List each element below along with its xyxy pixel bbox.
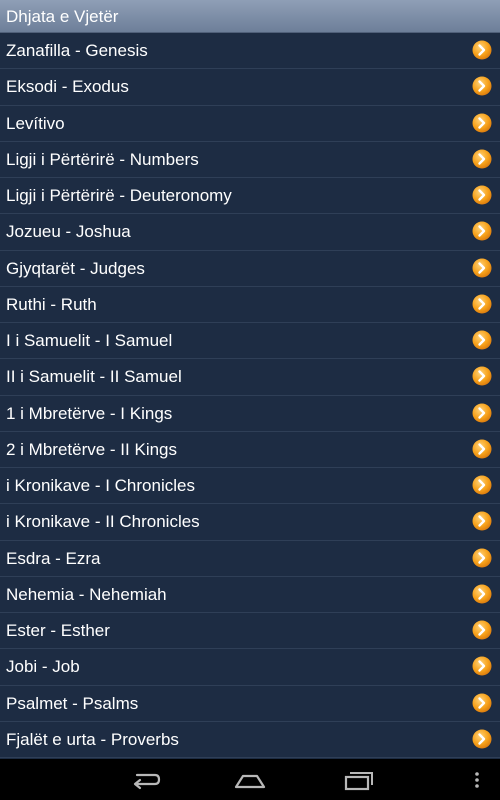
book-list: Zanafilla - Genesis Eksodi - Exodus Leví… bbox=[0, 33, 500, 759]
book-label: Levítivo bbox=[6, 113, 65, 133]
back-icon[interactable] bbox=[128, 767, 162, 793]
book-row[interactable]: Ruthi - Ruth bbox=[0, 287, 500, 323]
recent-apps-icon[interactable] bbox=[340, 767, 374, 793]
chevron-right-circle-icon bbox=[472, 330, 492, 350]
header-bar: Dhjata e Vjetër bbox=[0, 0, 500, 33]
book-label: i Kronikave - I Chronicles bbox=[6, 476, 195, 495]
book-row[interactable]: I i Samuelit - I Samuel bbox=[0, 323, 500, 360]
chevron-right-circle-icon bbox=[472, 221, 492, 241]
book-row[interactable]: Jobi - Job bbox=[0, 649, 500, 686]
overflow-menu-icon[interactable] bbox=[470, 767, 484, 793]
chevron-right-circle-icon bbox=[472, 294, 492, 314]
book-label: Esdra - Ezra bbox=[6, 548, 101, 568]
book-label: Gjyqtarët - Judges bbox=[6, 258, 145, 278]
book-row[interactable]: Esdra - Ezra bbox=[0, 541, 500, 577]
book-row[interactable]: i Kronikave - I Chronicles bbox=[0, 468, 500, 505]
book-row[interactable]: Eksodi - Exodus bbox=[0, 69, 500, 106]
book-row[interactable]: Psalmet - Psalms bbox=[0, 686, 500, 722]
book-label: Ligji i Përtërirë - Deuteronomy bbox=[6, 186, 232, 205]
chevron-right-circle-icon bbox=[472, 366, 492, 386]
chevron-right-circle-icon bbox=[472, 258, 492, 277]
chevron-right-circle-icon bbox=[472, 439, 492, 459]
chevron-right-circle-icon bbox=[472, 185, 492, 205]
book-row[interactable]: Nehemia - Nehemiah bbox=[0, 577, 500, 613]
book-label: Jobi - Job bbox=[6, 657, 80, 677]
book-label: 2 i Mbretërve - II Kings bbox=[6, 439, 178, 459]
chevron-right-circle-icon bbox=[472, 511, 492, 531]
chevron-right-circle-icon bbox=[472, 656, 492, 676]
book-label: 1 i Mbretërve - I Kings bbox=[6, 403, 173, 423]
book-row[interactable]: Ligji i Përtërirë - Deuteronomy bbox=[0, 178, 500, 215]
chevron-right-circle-icon bbox=[472, 693, 492, 712]
book-row[interactable]: Ester - Esther bbox=[0, 613, 500, 650]
book-row[interactable]: 1 i Mbretërve - I Kings bbox=[0, 396, 500, 432]
chevron-right-circle-icon bbox=[472, 76, 492, 96]
book-label: II i Samuelit - II Samuel bbox=[6, 367, 182, 387]
home-icon[interactable] bbox=[233, 767, 267, 793]
page-title: Dhjata e Vjetër bbox=[6, 7, 119, 26]
book-label: Zanafilla - Genesis bbox=[6, 41, 148, 60]
book-label: Ligji i Përtërirë - Numbers bbox=[6, 149, 199, 169]
book-row[interactable]: 2 i Mbretërve - II Kings bbox=[0, 432, 500, 468]
system-nav-bar bbox=[0, 759, 500, 800]
book-row[interactable]: Gjyqtarët - Judges bbox=[0, 251, 500, 287]
book-label: Nehemia - Nehemiah bbox=[6, 584, 167, 604]
book-label: i Kronikave - II Chronicles bbox=[6, 512, 200, 532]
app-window: Dhjata e Vjetër Zanafilla - Genesis Ekso… bbox=[0, 0, 500, 800]
book-label: Fjalët e urta - Proverbs bbox=[6, 729, 179, 749]
book-row[interactable]: Jozueu - Joshua bbox=[0, 214, 500, 251]
book-row[interactable]: i Kronikave - II Chronicles bbox=[0, 504, 500, 541]
chevron-right-circle-icon bbox=[472, 729, 492, 749]
chevron-right-circle-icon bbox=[472, 40, 492, 60]
book-label: I i Samuelit - I Samuel bbox=[6, 331, 173, 350]
chevron-right-circle-icon bbox=[472, 475, 492, 495]
chevron-right-circle-icon bbox=[472, 548, 492, 567]
book-row[interactable]: Fjalët e urta - Proverbs bbox=[0, 722, 500, 758]
book-label: Ruthi - Ruth bbox=[6, 294, 97, 314]
book-row[interactable]: II i Samuelit - II Samuel bbox=[0, 359, 500, 396]
book-label: Ester - Esther bbox=[6, 621, 110, 640]
book-row[interactable]: Levítivo bbox=[0, 106, 500, 142]
book-label: Eksodi - Exodus bbox=[6, 77, 129, 97]
book-label: Psalmet - Psalms bbox=[6, 693, 139, 713]
chevron-right-circle-icon bbox=[472, 620, 492, 640]
chevron-right-circle-icon bbox=[472, 584, 492, 604]
chevron-right-circle-icon bbox=[472, 403, 492, 422]
book-row[interactable]: Ligji i Përtërirë - Numbers bbox=[0, 142, 500, 178]
chevron-right-circle-icon bbox=[472, 149, 492, 169]
book-row[interactable]: Zanafilla - Genesis bbox=[0, 33, 500, 70]
chevron-right-circle-icon bbox=[472, 113, 492, 132]
book-label: Jozueu - Joshua bbox=[6, 222, 131, 242]
